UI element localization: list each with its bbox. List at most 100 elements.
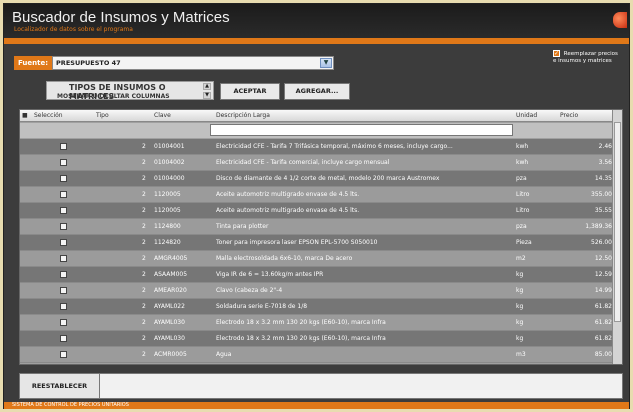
accept-button[interactable]: ACEPTAR [220,83,280,100]
cell-tipo: 2 [142,239,146,246]
reset-button[interactable]: REESTABLECER [20,374,100,398]
cell-clave: 01004000 [154,175,185,182]
cell-unidad: m3 [516,351,526,358]
cell-tipo: 2 [142,175,146,182]
header-clave[interactable]: Clave [154,112,171,119]
table-row[interactable]: 2 AYAML030 Electrodo 18 x 3.2 mm 130 20 kg… [20,315,614,331]
table-row[interactable]: 2 AMGR4005 Malla electrosoldada 6x6-10, ma… [20,251,614,267]
row-checkbox[interactable] [60,351,67,358]
cell-tipo: 2 [142,255,146,262]
cell-tipo: 2 [142,319,146,326]
cell-precio: 3.56 [598,159,612,166]
accent-bar [4,38,629,44]
cell-tipo: 2 [142,351,146,358]
scroll-thumb[interactable] [614,122,621,322]
row-checkbox[interactable] [60,207,67,214]
cell-precio: 1,389.36 [585,223,612,230]
cell-precio: 61.82 [594,319,612,326]
title-bar: Buscador de Insumos y Matrices Localizad… [4,4,629,38]
row-checkbox[interactable] [60,287,67,294]
cell-clave: AYAML022 [154,303,185,310]
cell-precio: 14.35 [594,175,612,182]
up-arrow-icon[interactable]: ▲ [203,83,211,90]
add-button[interactable]: AGREGAR... [284,83,350,100]
header-precio[interactable]: Precio [560,112,578,119]
table-row[interactable]: 2 AMEAR020 Clavo (cabeza de 2"-4 kg 14.99 [20,283,614,299]
table-row[interactable]: 2 1120005 Aceite automotriz multigrado env… [20,203,614,219]
window-title: Buscador de Insumos y Matrices [12,9,230,26]
cell-descripcion: Electrodo 18 x 3.2 mm 130 20 kgs (E60-10… [216,335,386,342]
source-label: Fuente: [14,56,53,70]
types-subtitle: MOSTRAR U OCULTAR COLUMNAS [57,93,170,100]
table-row[interactable]: 2 1124800 Tinta para plotter pza 1,389.36 [20,219,614,235]
bottom-panel: REESTABLECER [19,373,623,399]
description-filter-input[interactable] [210,124,513,136]
row-checkbox[interactable] [60,271,67,278]
row-checkbox[interactable] [60,223,67,230]
results-grid: ■ Selección Tipo Clave Descripción Larga… [19,109,623,365]
row-checkbox[interactable] [60,175,67,182]
table-row[interactable]: 2 01004000 Disco de diamante de 4 1/2 cort… [20,171,614,187]
cell-tipo: 2 [142,159,146,166]
cell-clave: AMGR4005 [154,255,188,262]
cell-descripcion: Electrodo 18 x 3.2 mm 130 20 kgs (E60-10… [216,319,386,326]
cell-unidad: Pieza [516,239,532,246]
cell-descripcion: Tinta para plotter [216,223,269,230]
header-tipo[interactable]: Tipo [96,112,109,119]
row-checkbox[interactable] [60,143,67,150]
cell-precio: 61.82 [594,335,612,342]
cell-precio: 355.00 [591,191,612,198]
cell-tipo: 2 [142,303,146,310]
cell-clave: 01004002 [154,159,185,166]
cell-clave: ACMR0005 [154,351,187,358]
cell-clave: 1124800 [154,223,181,230]
source-select[interactable]: PRESUPUESTO 47 ▼ [52,56,335,70]
header-unidad[interactable]: Unidad [516,112,537,119]
cell-tipo: 2 [142,191,146,198]
status-text: SISTEMA DE CONTROL DE PRECIOS UNITARIOS [12,402,129,408]
table-row[interactable]: 2 ASAAM005 Viga IR de 6 = 13.60kg/m antes … [20,267,614,283]
table-row[interactable]: 2 1124820 Toner para impresora laser EPSON… [20,235,614,251]
cell-tipo: 2 [142,143,146,150]
header-seleccion[interactable]: Selección [34,112,63,119]
cell-unidad: pza [516,175,527,182]
row-checkbox[interactable] [60,335,67,342]
cell-unidad: kg [516,287,524,294]
table-row[interactable]: 2 ACMR0005 Agua m3 85.00 [20,347,614,363]
header-icon: ■ [22,112,28,119]
table-row[interactable]: 2 AYAML030 Electrodo 18 x 3.2 mm 130 20 kg… [20,331,614,347]
close-button[interactable] [613,12,627,28]
cell-precio: 12.59 [594,271,612,278]
row-checkbox[interactable] [60,239,67,246]
row-checkbox[interactable] [60,159,67,166]
row-checkbox[interactable] [60,255,67,262]
row-checkbox[interactable] [60,319,67,326]
vertical-scrollbar[interactable] [612,110,622,364]
table-row[interactable]: 2 AYAML022 Soldadura serie E-7018 de 1/8 kg… [20,299,614,315]
cell-precio: 35.55 [594,207,612,214]
cell-descripcion: Aceite automotriz multigrado envase de 4… [216,207,360,214]
cell-clave: 01004001 [154,143,185,150]
replace-label: Reemplazar precios e insumos y matrices [553,51,618,64]
cell-clave: 1120005 [154,207,181,214]
cell-tipo: 2 [142,287,146,294]
replace-checkbox[interactable]: ✓ [553,50,560,57]
types-panel[interactable]: TIPOS DE INSUMOS O MATRICES MOSTRAR U OC… [46,81,214,101]
status-bar: SISTEMA DE CONTROL DE PRECIOS UNITARIOS [4,402,629,409]
cell-unidad: Litro [516,207,530,214]
cell-descripcion: Soldadura serie E-7018 de 1/8 [216,303,308,310]
cell-clave: AMEAR020 [154,287,187,294]
row-checkbox[interactable] [60,303,67,310]
replace-option[interactable]: ✓ Reemplazar precios e insumos y matrice… [553,50,623,65]
cell-clave: AYAML030 [154,319,185,326]
table-row[interactable]: 2 01004002 Electricidad CFE - Tarifa comer… [20,155,614,171]
table-row[interactable]: 2 01004001 Electricidad CFE - Tarifa 7 Tri… [20,139,614,155]
down-arrow-icon[interactable]: ▼ [203,92,211,99]
table-row[interactable]: 2 1120005 Aceite automotriz multigrado env… [20,187,614,203]
cell-tipo: 2 [142,223,146,230]
header-descripcion[interactable]: Descripción Larga [216,112,270,119]
cell-unidad: Litro [516,191,530,198]
row-checkbox[interactable] [60,191,67,198]
chevron-down-icon[interactable]: ▼ [320,58,333,68]
cell-descripcion: Disco de diamante de 4 1/2 corte de meta… [216,175,440,182]
